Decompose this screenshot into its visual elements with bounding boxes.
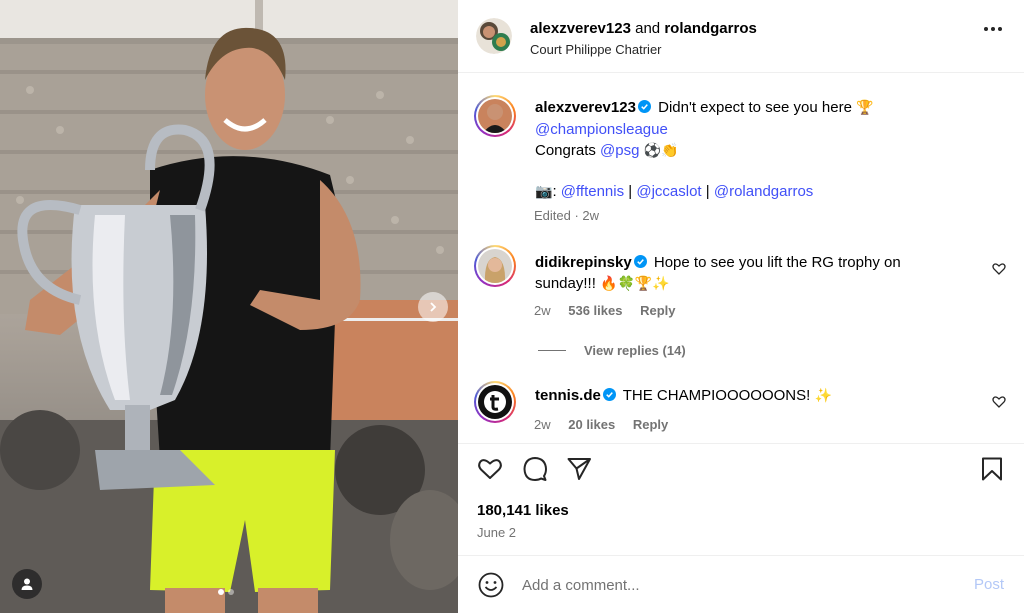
heart-icon[interactable] (992, 262, 1006, 276)
comment-avatar[interactable] (474, 245, 516, 287)
post-header: alexzverev123 and rolandgarros Court Phi… (458, 0, 1024, 73)
post-comment-button[interactable]: Post (974, 576, 1004, 593)
comment-username[interactable]: didikrepinsky (535, 254, 632, 271)
comment-likes[interactable]: 20 likes (568, 417, 615, 432)
reply-button[interactable]: Reply (640, 303, 675, 318)
comments-section[interactable]: alexzverev123 Didn't expect to see you h… (458, 73, 1024, 443)
tagged-users-button[interactable] (12, 569, 42, 599)
verified-icon (633, 255, 647, 268)
replies-divider (538, 350, 566, 351)
comment-text: didikrepinsky Hope to see you lift the R… (535, 252, 935, 295)
carousel-dot (228, 589, 234, 595)
post-date[interactable]: June 2 (477, 525, 516, 540)
caption-line1: Didn't expect to see you here (658, 99, 852, 116)
photo-scene (0, 0, 458, 613)
mention-championsleague[interactable]: @championsleague (535, 121, 668, 138)
comment-time[interactable]: 2w (534, 417, 551, 432)
view-replies-button[interactable]: View replies (14) (538, 343, 686, 358)
caption-text: alexzverev123 Didn't expect to see you h… (535, 97, 995, 203)
reply-button[interactable]: Reply (633, 417, 668, 432)
header-user1[interactable]: alexzverev123 (530, 20, 631, 37)
mention-rolandgarros[interactable]: @rolandgarros (714, 183, 813, 200)
save-bookmark-icon[interactable] (979, 456, 1005, 482)
separator: | (705, 183, 710, 200)
comment-line2: sunday!!! (535, 275, 596, 292)
post-photo[interactable] (0, 0, 458, 613)
mention-fftennis[interactable]: @fftennis (561, 183, 624, 200)
comment-emojis: ✨ (814, 388, 832, 404)
share-icon[interactable] (566, 456, 592, 482)
location-link[interactable]: Court Philippe Chatrier (530, 42, 662, 57)
comment-icon[interactable] (522, 456, 548, 482)
more-horizontal-icon[interactable] (984, 27, 1002, 31)
add-comment-bar: Post (458, 555, 1024, 613)
avatar-image (478, 99, 512, 133)
trophy-emoji: 🏆 (856, 100, 874, 116)
psg-emojis: ⚽👏 (643, 143, 679, 159)
avatar-image (476, 18, 512, 54)
comment-avatar[interactable] (474, 381, 516, 423)
collab-avatar[interactable] (476, 18, 512, 54)
carousel-dot (218, 589, 224, 595)
post-actions: 180,141 likes June 2 (458, 443, 1024, 555)
heart-icon[interactable] (992, 395, 1006, 409)
caption-congrats: Congrats (535, 142, 596, 159)
comment-meta: 2w 20 likes Reply (534, 417, 668, 432)
caption-meta: Edited · 2w (534, 208, 600, 223)
verified-icon (602, 388, 616, 401)
header-and: and (635, 20, 661, 37)
camera-emoji: 📷 (535, 184, 553, 200)
mention-jccaslot[interactable]: @jccaslot (636, 183, 701, 200)
carousel-indicator (218, 589, 234, 595)
header-usernames: alexzverev123 and rolandgarros (530, 20, 757, 37)
header-user2[interactable]: rolandgarros (664, 20, 757, 37)
view-replies-label: View replies (14) (584, 343, 686, 358)
comment-emojis: 🔥🍀🏆✨ (600, 276, 670, 292)
caption-username[interactable]: alexzverev123 (535, 99, 636, 116)
comment-line1: Hope to see you lift the RG trophy on (653, 254, 901, 271)
user-icon (21, 578, 33, 590)
chevron-right-icon (430, 302, 437, 312)
comment-body: THE CHAMPIOOOOOONS! (622, 387, 811, 404)
avatar-image (478, 249, 512, 283)
caption-avatar[interactable] (474, 95, 516, 137)
comment-username[interactable]: tennis.de (535, 387, 601, 404)
emoji-icon[interactable] (478, 572, 504, 598)
mention-psg[interactable]: @psg (600, 142, 639, 159)
comment-likes[interactable]: 536 likes (568, 303, 622, 318)
like-count[interactable]: 180,141 likes (477, 502, 569, 519)
next-photo-button[interactable] (418, 292, 448, 322)
verified-icon (637, 100, 651, 113)
like-heart-icon[interactable] (477, 456, 503, 482)
caption-colon: : (552, 183, 557, 200)
comment-meta: 2w 536 likes Reply (534, 303, 676, 318)
post-side-panel: alexzverev123 and rolandgarros Court Phi… (458, 0, 1024, 613)
comment-input[interactable] (522, 574, 942, 596)
comment-time[interactable]: 2w (534, 303, 551, 318)
separator: | (628, 183, 633, 200)
comment-text: tennis.de THE CHAMPIOOOOOONS! ✨ (535, 385, 935, 407)
avatar-image (478, 385, 512, 419)
